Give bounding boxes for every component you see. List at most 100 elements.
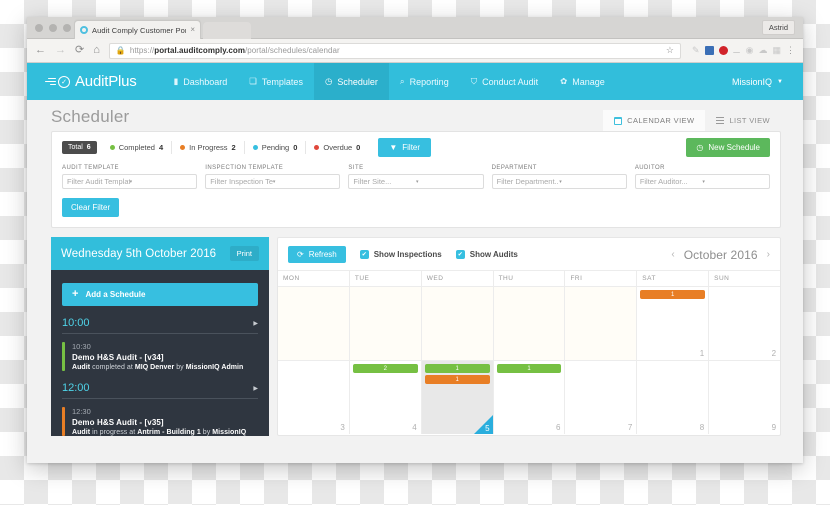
status-badge-pending[interactable]: Pending 0 — [245, 140, 307, 154]
calendar-day[interactable]: 7 — [565, 361, 638, 434]
calendar-day[interactable] — [278, 287, 350, 360]
extension-icon-5[interactable]: ☁ — [758, 46, 767, 55]
browser-menu-icon[interactable]: ⋮ — [786, 46, 795, 55]
clock-icon: ◷ — [324, 76, 333, 86]
nav-item-reporting[interactable]: ⌕ Reporting — [389, 63, 460, 100]
refresh-button[interactable]: ⟳ Refresh — [288, 246, 346, 263]
calendar-day[interactable]: 2 — [709, 287, 780, 360]
day-number: 5 — [485, 424, 490, 433]
time-slot-header[interactable]: 10:00 ▶ — [62, 317, 258, 334]
add-schedule-button[interactable]: + Add a Schedule — [62, 283, 258, 306]
extension-icon-6[interactable]: ▦ — [772, 46, 781, 55]
day-schedule-panel: Wednesday 5th October 2016 Print + Add a… — [51, 237, 269, 436]
calendar-day[interactable]: 9 — [709, 361, 780, 434]
close-window-dot[interactable] — [35, 24, 43, 32]
refresh-label: Refresh — [308, 250, 337, 259]
select-value: Filter Department... — [496, 177, 560, 186]
nav-item-templates[interactable]: ❏ Templates — [238, 63, 314, 100]
account-menu[interactable]: MissionIQ ▼ — [732, 63, 803, 100]
schedule-event[interactable]: 12:30 Demo H&S Audit - [v35] Audit in pr… — [62, 407, 258, 436]
auditor-select[interactable]: Filter Auditor... ▾ — [634, 174, 771, 189]
field-label: INSPECTION TEMPLATE — [205, 165, 284, 171]
department-select[interactable]: Filter Department... ▾ — [491, 174, 627, 189]
page-title: Scheduler — [51, 107, 130, 126]
calendar-day[interactable] — [349, 287, 422, 360]
prev-month-icon[interactable]: ‹ — [671, 249, 674, 260]
show-audits-checkbox[interactable]: ✔ Show Audits — [455, 250, 518, 259]
calendar-week-row: 3 2 4 1 1 5 1 6 7 8 9 — [278, 360, 780, 434]
new-schedule-button[interactable]: ◷ New Schedule — [686, 137, 770, 157]
lock-icon: 🔒 — [115, 45, 126, 55]
reload-icon[interactable]: ⟳ — [75, 45, 84, 56]
calendar-day[interactable] — [421, 287, 494, 360]
browser-tab[interactable]: Audit Comply Customer Portal × — [74, 20, 201, 39]
inspection-template-select[interactable]: Filter Inspection Template... ▾ — [205, 174, 341, 189]
schedule-event[interactable]: 10:30 Demo H&S Audit - [v34] Audit compl… — [62, 342, 258, 371]
home-icon[interactable]: ⌂ — [93, 45, 100, 56]
dow-sun: SUN — [714, 275, 730, 282]
tab-calendar-view[interactable]: CALENDAR VIEW — [603, 110, 706, 131]
extension-icon-3[interactable]: ⚊ — [733, 46, 741, 55]
event-chip[interactable]: 2 — [352, 364, 418, 373]
brand-logo[interactable]: ✓ AuditPlus — [45, 63, 163, 100]
pinterest-icon[interactable] — [718, 46, 728, 55]
nav-label: Reporting — [409, 76, 449, 87]
clear-filter-button[interactable]: Clear Filter — [62, 198, 120, 217]
status-dot — [109, 144, 115, 150]
calendar-day[interactable]: 2 4 — [350, 361, 422, 434]
calendar-day[interactable]: 1 1 — [637, 287, 710, 360]
event-chip[interactable]: 1 — [424, 375, 490, 384]
event-chip[interactable]: 1 — [640, 290, 706, 299]
day-number: 2 — [771, 349, 777, 358]
status-badge-in-progress[interactable]: In Progress 2 — [172, 140, 245, 154]
event-chip[interactable]: 1 — [496, 364, 562, 373]
slot-time: 10:00 — [62, 317, 90, 329]
clock-icon: ◷ — [696, 142, 704, 152]
nav-item-manage[interactable]: ✿ Manage — [549, 63, 616, 100]
calendar-day[interactable]: 1 6 — [494, 361, 566, 434]
nav-item-conduct-audit[interactable]: ⛉ Conduct Audit — [460, 63, 549, 100]
new-schedule-label: New Schedule — [708, 142, 760, 152]
minimize-window-dot[interactable] — [49, 24, 57, 32]
day-of-week-header: MON TUE WED THU FRI SAT SUN — [278, 270, 780, 286]
filter-button[interactable]: ▼ Filter — [378, 137, 432, 157]
show-inspections-checkbox[interactable]: ✔ Show Inspections — [359, 250, 442, 259]
calendar-day[interactable] — [565, 287, 638, 360]
extension-icon-2[interactable] — [704, 46, 714, 55]
back-icon[interactable]: ← — [35, 45, 46, 56]
chevron-down-icon: ▾ — [129, 178, 133, 185]
forward-icon[interactable]: → — [55, 45, 66, 56]
maximize-window-dot[interactable] — [63, 24, 71, 32]
print-button[interactable]: Print — [229, 246, 259, 261]
site-select[interactable]: Filter Site... ▾ — [348, 174, 484, 189]
main-navbar: ✓ AuditPlus ▮ Dashboard ❏ Templates ◷ Sc… — [27, 63, 803, 100]
close-tab-icon[interactable]: × — [190, 26, 195, 34]
auditplus-logo-icon: ✓ — [45, 75, 70, 88]
calendar-day[interactable] — [493, 287, 566, 360]
event-chip[interactable]: 1 — [424, 364, 490, 373]
nav-label: Dashboard — [183, 76, 228, 87]
status-count: 0 — [356, 142, 361, 152]
extension-icon-4[interactable]: ◉ — [746, 46, 754, 55]
extension-icon-1[interactable]: ✎ — [692, 46, 700, 55]
calendar-weeks: 1 1 2 3 2 4 1 1 5 1 6 7 8 9 — [278, 286, 780, 434]
bookmark-star-icon[interactable]: ☆ — [666, 45, 674, 56]
audit-template-select[interactable]: Filter Audit Template... ▾ — [62, 174, 198, 189]
list-icon — [716, 117, 725, 124]
calendar-day[interactable]: 8 — [637, 361, 710, 434]
next-month-icon[interactable]: › — [767, 249, 770, 260]
nav-item-scheduler[interactable]: ◷ Scheduler — [313, 63, 389, 100]
browser-profile-chip[interactable]: Astrid — [761, 20, 795, 35]
calendar-day[interactable]: 3 — [278, 361, 350, 434]
nav-item-dashboard[interactable]: ▮ Dashboard — [163, 63, 239, 100]
new-tab-button[interactable] — [203, 22, 251, 39]
calendar-day-today[interactable]: 1 1 5 — [421, 361, 494, 434]
time-slot-header[interactable]: 12:00 ▶ — [62, 382, 258, 399]
status-badge-completed[interactable]: Completed 4 — [102, 140, 173, 154]
tab-list-view[interactable]: LIST VIEW — [705, 110, 781, 131]
status-badge-overdue[interactable]: Overdue 0 — [306, 141, 368, 154]
dow-mon: MON — [278, 271, 350, 286]
calendar-icon — [614, 116, 623, 125]
dow-thu: THU — [494, 271, 566, 286]
address-bar[interactable]: 🔒 https://portal.auditcomply.com/portal/… — [108, 42, 681, 59]
